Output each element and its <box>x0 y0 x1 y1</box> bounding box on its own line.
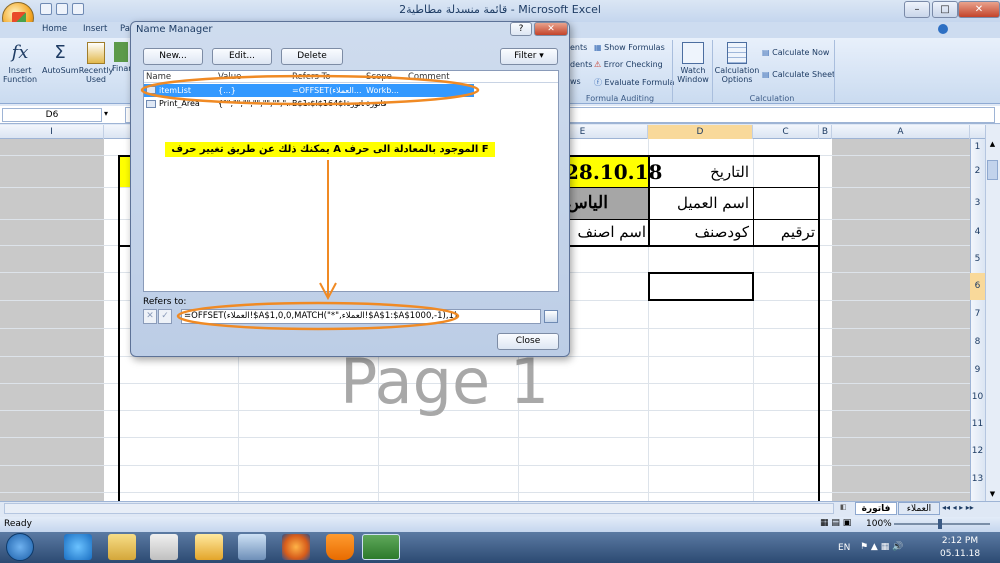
annotation-ellipse-formula <box>176 301 460 331</box>
annotation-ellipse-row <box>140 74 480 106</box>
annotation-overlay <box>140 74 480 331</box>
